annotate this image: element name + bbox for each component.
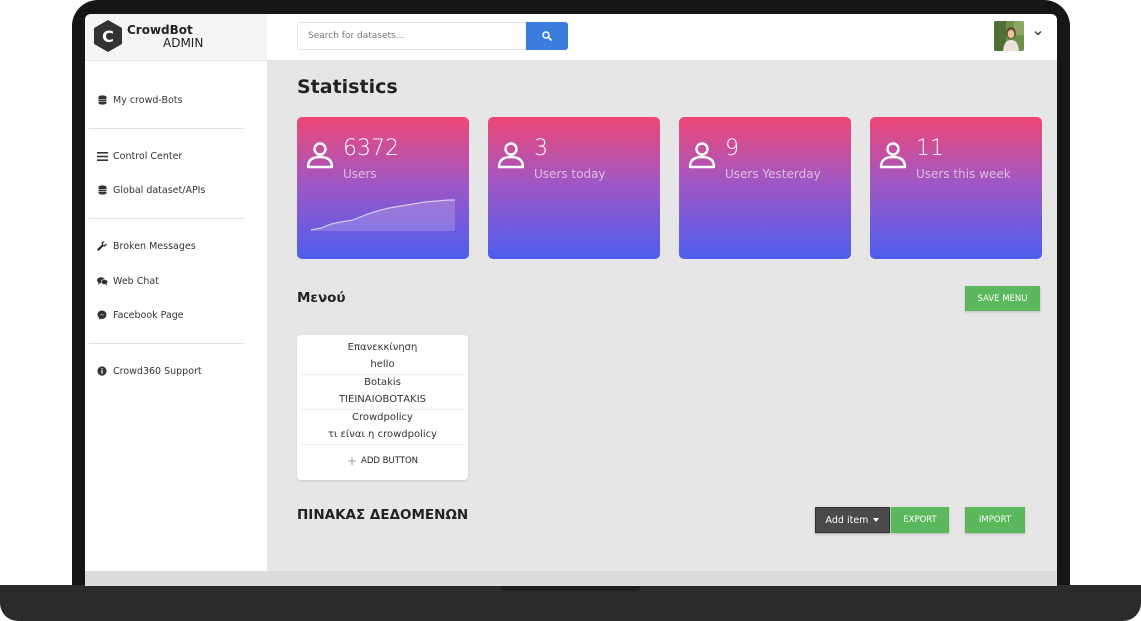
top-bar [267, 14, 1057, 61]
sidebar-item-global-dataset[interactable]: Global dataset/APIs [85, 179, 267, 201]
list-icon [85, 151, 113, 161]
search-input[interactable] [297, 22, 527, 50]
save-menu-button[interactable]: SAVE MENU [965, 286, 1040, 311]
stat-card-users-this-week: 11 Users this week [870, 117, 1042, 259]
import-button[interactable]: IMPORT [965, 507, 1025, 533]
add-item-dropdown[interactable]: Add item [815, 507, 890, 533]
page-title: Statistics [297, 76, 398, 98]
stat-card-users: 6372 Users [297, 117, 469, 259]
add-button-label: ADD BUTTON [361, 456, 418, 466]
plus-icon: + [346, 454, 358, 468]
brand-sub: ADMIN [163, 36, 204, 50]
stat-value: 3 [534, 136, 548, 161]
sidebar-divider [89, 218, 244, 219]
sidebar-item-facebook-page[interactable]: Facebook Page [85, 304, 267, 326]
database-icon [85, 185, 113, 195]
sidebar-item-web-chat[interactable]: Web Chat [85, 270, 267, 292]
menu-item[interactable]: Επανεκκίνηση [301, 339, 464, 356]
sidebar-item-label: Broken Messages [113, 240, 196, 252]
info-icon [85, 366, 113, 376]
add-item-label: Add item [825, 514, 869, 526]
user-icon [497, 142, 525, 169]
search-icon [542, 31, 552, 41]
messenger-icon [85, 310, 113, 320]
stat-label: Users Yesterday [725, 167, 821, 181]
sidebar-item-label: Facebook Page [113, 309, 184, 321]
sidebar-item-label: My crowd-Bots [113, 94, 183, 106]
wrench-icon [85, 241, 113, 251]
menu-title: Μενού [297, 290, 346, 306]
menu-item[interactable]: ΤΙΕΙΝΑΙΟΒΟΤΑΚΙS [301, 391, 464, 408]
sidebar: C CrowdBot ADMIN My crowd-Bots Control C… [85, 14, 267, 571]
stat-value: 11 [916, 136, 944, 161]
user-icon [688, 142, 716, 169]
brand-name: CrowdBot [127, 23, 193, 37]
sidebar-divider [89, 343, 244, 344]
menu-item[interactable]: τι είναι η crowdpolicy [301, 426, 464, 443]
sidebar-item-label: Crowd360 Support [113, 365, 202, 377]
menu-item[interactable]: Crowdpolicy [301, 409, 464, 426]
stat-label: Users this week [916, 167, 1011, 181]
sidebar-divider [89, 128, 244, 129]
chat-icon [85, 276, 113, 286]
brand[interactable]: C CrowdBot ADMIN [85, 14, 267, 61]
caret-down-icon [873, 518, 880, 522]
database-icon [85, 95, 113, 105]
menu-separator [301, 444, 464, 445]
menu-card: Επανεκκίνηση hello Botakis ΤΙΕΙΝΑΙΟΒΟΤΑΚ… [297, 335, 468, 480]
sidebar-item-broken-messages[interactable]: Broken Messages [85, 235, 267, 257]
table-title: ΠΙΝΑΚΑΣ ΔΕΔΟΜΕΝΩΝ [297, 507, 469, 523]
stat-label: Users [343, 167, 377, 181]
menu-item[interactable]: Botakis [301, 374, 464, 391]
app-screen: C CrowdBot ADMIN My crowd-Bots Control C… [85, 14, 1057, 586]
sidebar-item-my-crowd-bots[interactable]: My crowd-Bots [85, 89, 267, 111]
screen-bottom-bar [85, 571, 1057, 586]
users-sparkline [311, 199, 455, 231]
add-button[interactable]: + ADD BUTTON [297, 452, 468, 470]
stat-value: 6372 [343, 136, 399, 161]
user-icon [879, 142, 907, 169]
sidebar-item-label: Global dataset/APIs [113, 184, 206, 196]
stat-card-users-today: 3 Users today [488, 117, 660, 259]
sidebar-item-crowd360-support[interactable]: Crowd360 Support [85, 360, 267, 382]
stat-card-users-yesterday: 9 Users Yesterday [679, 117, 851, 259]
sidebar-item-label: Web Chat [113, 275, 159, 287]
avatar[interactable] [994, 21, 1024, 51]
user-icon [306, 142, 334, 169]
stat-label: Users today [534, 167, 606, 181]
search-button[interactable] [526, 22, 568, 50]
export-button[interactable]: EXPORT [891, 507, 949, 533]
stat-value: 9 [725, 136, 739, 161]
sidebar-item-label: Control Center [113, 150, 183, 162]
chevron-down-icon[interactable] [1034, 30, 1042, 36]
logo-hex-icon: C [94, 20, 122, 52]
sidebar-item-control-center[interactable]: Control Center [85, 145, 267, 167]
logo-letter: C [102, 27, 114, 46]
menu-item[interactable]: hello [301, 356, 464, 373]
